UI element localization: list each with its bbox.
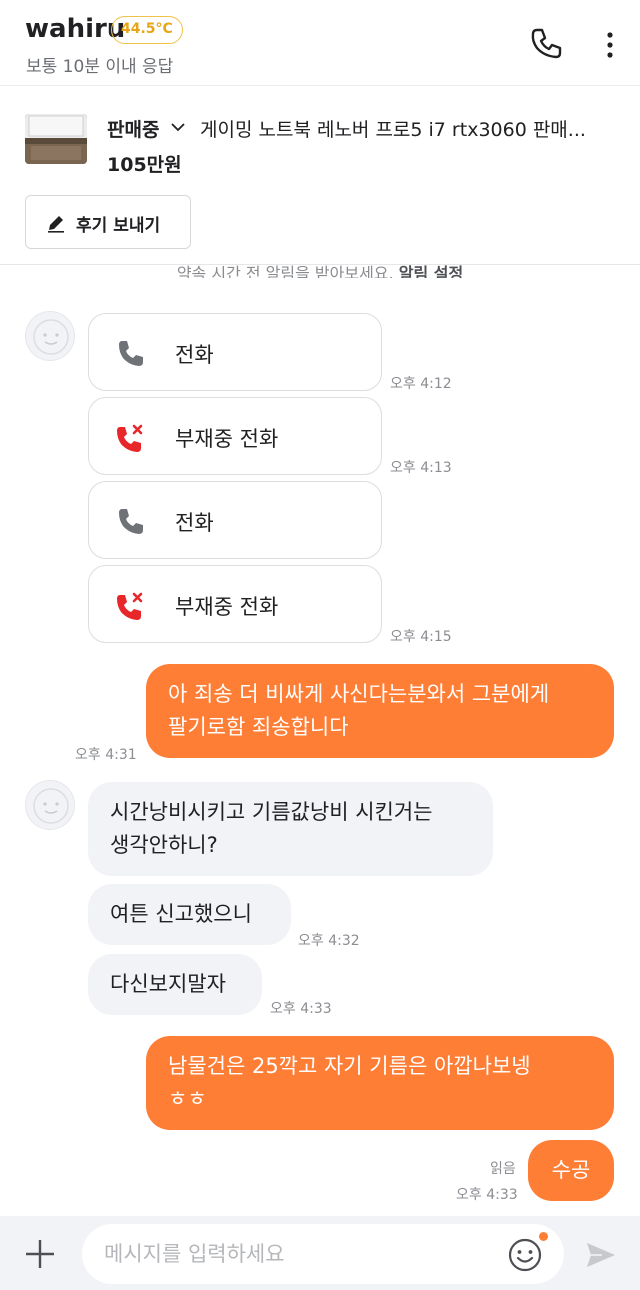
- call-label: 전화: [175, 511, 214, 535]
- chevron-down-icon[interactable]: [170, 119, 186, 135]
- product-price: 105만원: [107, 154, 182, 176]
- message-line: 아 죄송 더 비싸게 사신다는분와서 그분에게: [168, 682, 550, 706]
- reminder-notice: 약속 시간 전 알림을 받아보세요. 알림 설정: [0, 258, 640, 278]
- message-time: 오후 4:15: [390, 629, 452, 645]
- missed-call-message[interactable]: 부재중 전화: [88, 397, 382, 475]
- product-title[interactable]: 게이밍 노트북 레노버 프로5 i7 rtx3060 판매...: [200, 115, 586, 142]
- reminder-notice-text: 약속 시간 전 알림을 받아보세요.: [176, 264, 394, 278]
- message-time: 오후 4:12: [390, 376, 452, 392]
- message-time: 오후 4:33: [270, 1001, 332, 1017]
- response-time-text: 보통 10분 이내 응답: [26, 57, 174, 77]
- message-text: 다신보지말자: [110, 972, 226, 996]
- missed-call-icon: [116, 423, 146, 453]
- phone-icon: [116, 339, 146, 369]
- message-time: 오후 4:13: [390, 460, 452, 476]
- send-review-label: 후기 보내기: [76, 216, 161, 236]
- message-text: 수공: [551, 1158, 591, 1182]
- call-message[interactable]: 전화: [88, 313, 382, 391]
- send-icon[interactable]: [584, 1238, 618, 1272]
- message-time: 오후 4:33: [456, 1187, 518, 1203]
- emoji-icon[interactable]: [506, 1236, 544, 1274]
- send-review-button[interactable]: 후기 보내기: [25, 195, 191, 249]
- pencil-icon: [46, 213, 66, 233]
- received-message-bubble[interactable]: 여튼 신고했으니: [88, 884, 291, 945]
- avatar[interactable]: [25, 780, 75, 830]
- product-thumbnail[interactable]: [25, 114, 87, 164]
- message-line: 팔기로함 죄송합니다: [168, 715, 349, 739]
- sent-message-bubble[interactable]: 남물건은 25깍고 자기 기름은 아깝나보넹 ㅎㅎ: [146, 1036, 614, 1130]
- chat-header: wahiru 44.5°C 보통 10분 이내 응답: [0, 0, 640, 86]
- sent-message-bubble[interactable]: 수공: [528, 1140, 614, 1201]
- plus-icon[interactable]: [22, 1236, 58, 1272]
- manner-temperature-badge: 44.5°C: [111, 16, 183, 44]
- notification-settings-link[interactable]: 알림 설정: [399, 264, 463, 278]
- missed-call-icon: [116, 591, 146, 621]
- new-emoji-indicator: [539, 1232, 548, 1241]
- message-line: 생각안하니?: [110, 833, 218, 857]
- read-receipt: 읽음: [490, 1161, 516, 1177]
- message-input-bar: [0, 1216, 640, 1290]
- call-message[interactable]: 전화: [88, 481, 382, 559]
- avatar[interactable]: [25, 311, 75, 361]
- product-info-bar: 판매중 게이밍 노트북 레노버 프로5 i7 rtx3060 판매... 105…: [0, 87, 640, 265]
- message-time: 오후 4:32: [298, 933, 360, 949]
- more-vertical-icon[interactable]: [590, 24, 630, 64]
- call-label: 전화: [175, 343, 214, 367]
- message-text: 여튼 신고했으니: [110, 902, 252, 926]
- phone-icon[interactable]: [526, 24, 566, 64]
- received-message-bubble[interactable]: 다신보지말자: [88, 954, 262, 1015]
- call-label: 부재중 전화: [175, 427, 279, 451]
- message-line: 남물건은 25깍고 자기 기름은 아깝나보넹: [168, 1054, 531, 1078]
- phone-icon: [116, 507, 146, 537]
- message-line: 시간낭비시키고 기름값낭비 시킨거는: [110, 800, 433, 824]
- message-time: 오후 4:31: [75, 747, 137, 763]
- message-input[interactable]: [82, 1224, 564, 1284]
- message-line: ㅎㅎ: [168, 1087, 207, 1111]
- received-message-bubble[interactable]: 시간낭비시키고 기름값낭비 시킨거는 생각안하니?: [88, 782, 493, 876]
- missed-call-message[interactable]: 부재중 전화: [88, 565, 382, 643]
- sale-status[interactable]: 판매중: [107, 115, 159, 142]
- call-label: 부재중 전화: [175, 595, 279, 619]
- sent-message-bubble[interactable]: 아 죄송 더 비싸게 사신다는분와서 그분에게 팔기로함 죄송합니다: [146, 664, 614, 758]
